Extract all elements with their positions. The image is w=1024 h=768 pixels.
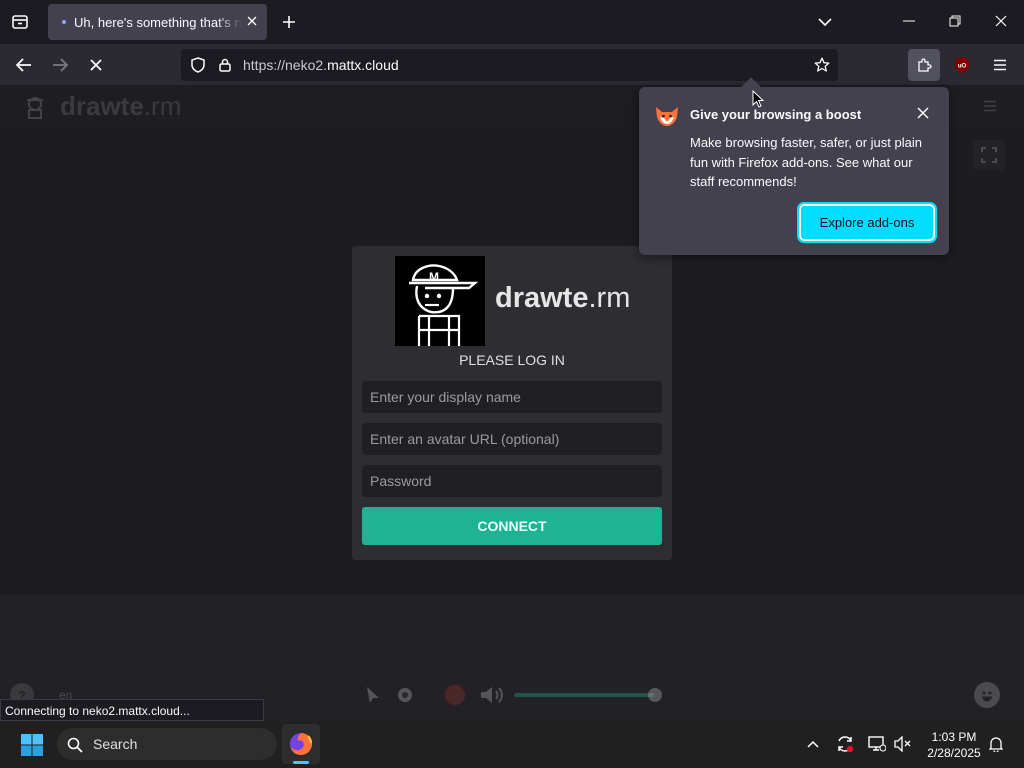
tab-loading-indicator bbox=[62, 20, 66, 24]
speaker-muted-icon[interactable] bbox=[892, 733, 914, 755]
volume-icon[interactable] bbox=[478, 683, 508, 707]
restore-icon[interactable] bbox=[944, 10, 966, 32]
tracking-protection-shield-icon[interactable] bbox=[189, 56, 207, 74]
url-domain: mattx.cloud bbox=[327, 57, 399, 73]
record-icon[interactable] bbox=[442, 682, 468, 708]
hamburger-menu-icon[interactable] bbox=[988, 53, 1012, 77]
login-title: PLEASE LOG IN bbox=[459, 352, 565, 368]
search-label: Search bbox=[93, 736, 138, 752]
new-tab-icon[interactable] bbox=[279, 12, 299, 32]
login-logo-image: M bbox=[395, 256, 485, 346]
volume-slider[interactable] bbox=[514, 693, 654, 697]
list-all-tabs-icon[interactable] bbox=[815, 12, 835, 32]
popup-title: Give your browsing a boost bbox=[690, 107, 862, 122]
tab-active[interactable]: Uh, here's something that's new bbox=[48, 4, 267, 40]
display-name-input[interactable]: Enter your display name bbox=[362, 381, 662, 413]
popup-close-icon[interactable] bbox=[913, 103, 933, 123]
taskbar-search[interactable]: Search bbox=[57, 728, 277, 760]
firefox-fox-icon bbox=[653, 104, 681, 128]
tab-close-icon[interactable] bbox=[243, 12, 261, 30]
cursor-control-icon[interactable] bbox=[362, 684, 384, 706]
password-input[interactable]: Password bbox=[362, 465, 662, 497]
clock-time: 1:03 PM bbox=[931, 730, 977, 744]
svg-text:M: M bbox=[429, 270, 439, 284]
login-logo-text: drawte.rm bbox=[495, 282, 630, 315]
windows-start-icon[interactable] bbox=[19, 732, 45, 758]
emoji-icon[interactable] bbox=[974, 682, 1000, 708]
lock-icon[interactable] bbox=[216, 56, 234, 74]
app-header-logo: drawte.rm bbox=[60, 91, 181, 122]
stop-loading-icon[interactable] bbox=[84, 53, 108, 77]
bookmark-star-icon[interactable] bbox=[812, 55, 832, 75]
popup-body: Make browsing faster, safer, or just pla… bbox=[690, 135, 922, 189]
taskbar-clock[interactable]: 1:03 PM 2/28/2025 bbox=[916, 729, 992, 761]
mouse-pointer bbox=[752, 90, 764, 108]
firefox-running-indicator bbox=[293, 761, 309, 764]
app-header-logo-rest: .rm bbox=[143, 91, 182, 121]
ublock-origin-icon[interactable]: uO bbox=[950, 53, 974, 77]
keyboard-control-icon[interactable] bbox=[394, 684, 416, 706]
connect-button[interactable]: CONNECT bbox=[362, 507, 662, 545]
app-menu-icon[interactable] bbox=[978, 94, 1002, 118]
svg-text:uO: uO bbox=[958, 64, 967, 70]
avatar-url-input[interactable]: Enter an avatar URL (optional) bbox=[362, 423, 662, 455]
sync-icon[interactable] bbox=[834, 733, 856, 755]
login-logo-rest: .rm bbox=[588, 282, 631, 314]
explore-addons-button[interactable]: Explore add-ons bbox=[797, 202, 937, 243]
app-logo-icon bbox=[22, 94, 48, 120]
tab-title: Uh, here's something that's new bbox=[74, 14, 242, 30]
clock-date: 2/28/2025 bbox=[927, 746, 981, 760]
firefox-taskbar-icon[interactable] bbox=[282, 724, 320, 764]
fullscreen-icon[interactable] bbox=[973, 140, 1005, 170]
url-bar[interactable]: https://neko2.mattx.cloud bbox=[181, 49, 838, 81]
extensions-puzzle-icon[interactable] bbox=[908, 49, 940, 81]
url-text: https://neko2.mattx.cloud bbox=[243, 57, 399, 73]
close-window-icon[interactable] bbox=[990, 10, 1012, 32]
minimize-icon[interactable] bbox=[898, 10, 920, 32]
status-bar: Connecting to neko2.mattx.cloud... bbox=[0, 699, 264, 721]
forward-icon[interactable] bbox=[48, 53, 72, 77]
notification-bell-icon[interactable] bbox=[986, 734, 1006, 754]
volume-slider-handle[interactable] bbox=[648, 688, 662, 702]
app-header-logo-bold: drawte bbox=[60, 91, 144, 121]
search-icon bbox=[66, 736, 84, 754]
login-logo-bold: drawte bbox=[495, 282, 589, 314]
url-prefix: https://neko2. bbox=[243, 57, 328, 73]
firefox-view-icon[interactable] bbox=[8, 10, 32, 34]
show-hidden-icons-chevron-up-icon[interactable] bbox=[803, 734, 823, 754]
network-icon[interactable] bbox=[866, 733, 888, 755]
back-icon[interactable] bbox=[12, 53, 36, 77]
